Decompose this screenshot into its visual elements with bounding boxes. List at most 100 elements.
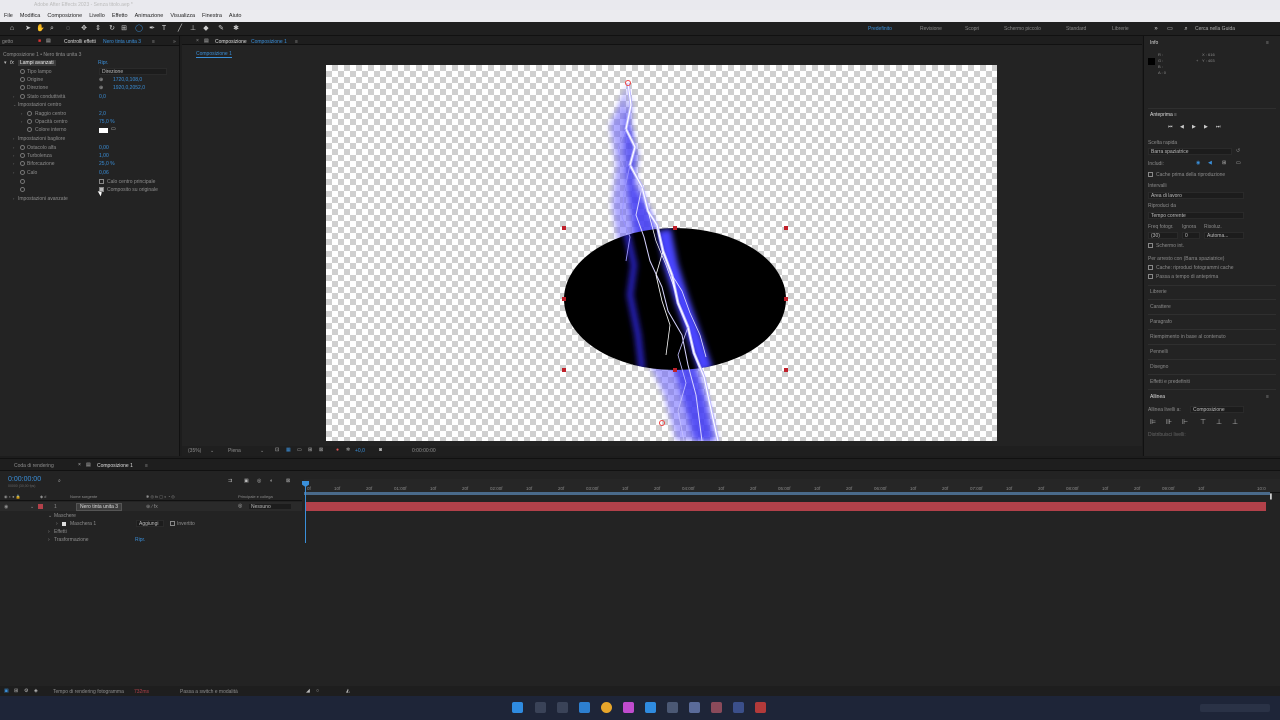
settings-icon[interactable]: ⚙ — [24, 688, 28, 694]
origine-value[interactable]: 1720,0,108,0 — [113, 77, 142, 83]
after-effects-icon[interactable] — [733, 702, 744, 713]
stopwatch-icon[interactable] — [20, 145, 25, 150]
explorer-icon[interactable] — [667, 702, 678, 713]
section-disegno[interactable]: Disegno — [1150, 364, 1168, 370]
expand-icon[interactable]: ▾ — [4, 60, 7, 66]
panel-menu-icon[interactable]: ≡ — [152, 39, 155, 45]
opacita-centro-value[interactable]: 75,0 % — [99, 119, 115, 125]
workspace-schermo-piccolo[interactable]: Schermo piccolo — [1004, 26, 1041, 32]
stopwatch-icon[interactable] — [20, 187, 25, 192]
overlay-icon[interactable]: ⊞ — [1222, 160, 1226, 166]
app-icon[interactable] — [623, 702, 634, 713]
pickwhip-icon[interactable]: ◎ — [238, 503, 242, 509]
stopwatch-icon[interactable] — [20, 153, 25, 158]
menu-composizione[interactable]: Composizione — [47, 13, 82, 19]
draft-3d-icon[interactable]: ▣ — [244, 478, 249, 484]
selection-tool-icon[interactable]: ➤ — [24, 25, 32, 33]
calo-value[interactable]: 0,06 — [99, 170, 109, 176]
menu-effetto[interactable]: Effetto — [112, 13, 128, 19]
section-paragrafo[interactable]: Paragrafo — [1150, 319, 1172, 325]
parent-header[interactable]: Principale e collega — [238, 494, 273, 499]
prop-impostazioni-centro[interactable]: Impostazioni centro — [18, 102, 61, 108]
mask-inverted-checkbox[interactable] — [170, 521, 175, 526]
stopwatch-icon[interactable] — [27, 111, 32, 116]
pen-tool-icon[interactable]: ✒ — [148, 25, 156, 33]
help-search-input[interactable]: Cerca nella Guida — [1195, 26, 1235, 32]
ellipse-tool-icon[interactable]: ◯ — [135, 25, 143, 33]
twirl-icon[interactable]: › — [13, 94, 14, 99]
twirl-icon[interactable]: › — [13, 170, 14, 175]
home-icon[interactable]: ⌂ — [8, 25, 16, 33]
panel-close-icon[interactable]: × — [196, 38, 199, 44]
zoom-dropdown[interactable]: (35%) — [188, 448, 201, 454]
menu-modifica[interactable]: Modifica — [20, 13, 40, 19]
pan-tool-icon[interactable]: ✥ — [80, 25, 88, 33]
quality-dropdown[interactable]: Piena — [228, 448, 241, 454]
mask-mode-dropdown[interactable]: Aggiungi — [136, 520, 164, 527]
lock-icon[interactable]: ▤ — [204, 38, 209, 44]
stop-cache-checkbox[interactable] — [1148, 265, 1153, 270]
play-icon[interactable]: ▶ — [1192, 124, 1196, 130]
zoom-tool-icon[interactable]: ⌕ — [48, 25, 56, 33]
chevron-down-icon[interactable]: ⌄ — [210, 448, 214, 454]
work-area-end-icon[interactable]: ▌ — [1270, 494, 1274, 500]
menu-finestra[interactable]: Finestra — [202, 13, 222, 19]
menu-livello[interactable]: Livello — [89, 13, 105, 19]
grid-icon[interactable]: ⊞ — [308, 447, 312, 453]
skip-input[interactable]: 0 — [1182, 232, 1200, 239]
timeline-comp-tab[interactable]: Composizione 1 — [97, 463, 133, 469]
mail-icon[interactable] — [579, 702, 590, 713]
zoom-out-icon[interactable]: ◢ — [306, 688, 310, 694]
label-color[interactable] — [38, 504, 43, 509]
prev-frame-icon[interactable]: ◀ — [1180, 124, 1184, 130]
align-center-v-icon[interactable]: ⊥ — [1216, 418, 1222, 426]
close-icon[interactable]: ■ — [38, 38, 41, 44]
align-to-dropdown[interactable]: Composizione — [1190, 406, 1244, 413]
stopwatch-icon[interactable] — [27, 127, 32, 132]
frame-rate-dropdown[interactable]: (30) — [1148, 232, 1178, 239]
task-view-icon[interactable] — [557, 702, 568, 713]
switches-modes-toggle[interactable]: Passa a switch e modalità — [180, 689, 238, 695]
menu-aiuto[interactable]: Aiuto — [229, 13, 242, 19]
transform-group[interactable]: Trasformazione — [54, 537, 89, 543]
panel-menu-icon[interactable]: ≡ — [1266, 40, 1269, 46]
layer-switches-icon[interactable]: ⊕ ∕ fx — [146, 504, 158, 510]
channel-icon[interactable]: ⊠ — [319, 447, 323, 453]
range-dropdown[interactable]: Area di lavoro — [1148, 192, 1244, 199]
twirl-icon[interactable]: › — [48, 537, 50, 543]
biforcazione-value[interactable]: 25,0 % — [99, 161, 115, 167]
twirl-icon[interactable]: › — [48, 529, 50, 535]
search-taskbar-icon[interactable] — [535, 702, 546, 713]
current-time-indicator[interactable] — [305, 481, 306, 543]
prop-impostazioni-bagliore[interactable]: Impostazioni bagliore — [18, 136, 65, 142]
chevron-down-icon[interactable]: ⌄ — [260, 448, 264, 454]
eraser-tool-icon[interactable]: ◆ — [202, 25, 210, 33]
camera-icon[interactable]: ◙ — [379, 447, 382, 453]
align-right-icon[interactable]: ⊩ — [1182, 418, 1188, 426]
hand-tool-icon[interactable]: ✋ — [36, 25, 45, 33]
stato-conduttivita-value[interactable]: 0,0 — [99, 94, 106, 100]
direzione-value[interactable]: 1920,0,2052,0 — [113, 85, 145, 91]
visibility-icon[interactable]: ◉ — [4, 504, 8, 510]
composition-tab-name[interactable]: Composizione 1 — [251, 39, 287, 45]
layer-duration-bar[interactable] — [306, 502, 1266, 511]
section-carattere[interactable]: Carattere — [1150, 304, 1171, 310]
twirl-icon[interactable]: › — [13, 145, 14, 150]
stopwatch-icon[interactable] — [20, 77, 25, 82]
workspace-scopri[interactable]: Scopri — [965, 26, 979, 32]
section-librerie[interactable]: Librerie — [1150, 289, 1167, 295]
section-pennelli[interactable]: Pennelli — [1150, 349, 1168, 355]
brush-tool-icon[interactable]: ╱ — [176, 25, 184, 33]
motion-blur-icon[interactable]: ◎ — [257, 478, 261, 484]
anchor-tool-icon[interactable]: ⊞ — [120, 25, 128, 33]
twirl-icon[interactable]: › — [13, 196, 14, 201]
stopwatch-icon[interactable] — [20, 161, 25, 166]
clone-tool-icon[interactable]: ⊥ — [189, 25, 197, 33]
next-frame-icon[interactable]: ▶ — [1204, 124, 1208, 130]
menu-file[interactable]: File — [4, 13, 13, 19]
eyedropper-icon[interactable]: ▭ — [111, 126, 116, 132]
roto-brush-icon[interactable]: ✎ — [217, 25, 225, 33]
fx-badge[interactable]: fx — [10, 60, 14, 66]
effect-controls-layer[interactable]: Nero tinta unita 3 — [103, 39, 141, 45]
color-swatch[interactable] — [99, 128, 108, 133]
